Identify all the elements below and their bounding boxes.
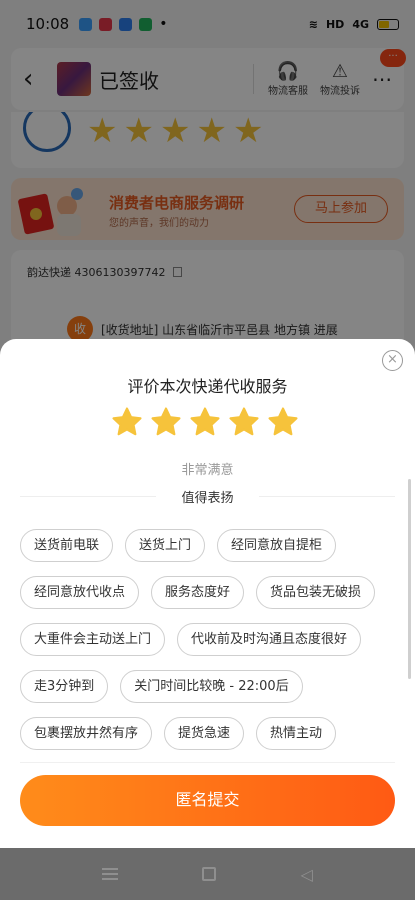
praise-tag[interactable]: 服务态度好 xyxy=(151,576,245,609)
praise-tags: 送货前电联 送货上门 经同意放自提柜 经同意放代收点 服务态度好 货品包装无破损… xyxy=(20,529,400,764)
star-icon[interactable] xyxy=(227,405,261,439)
home-icon[interactable] xyxy=(202,867,217,881)
tag-row: 包裹摆放井然有序 提货急速 热情主动 xyxy=(20,717,400,750)
praise-tag[interactable]: 送货前电联 xyxy=(20,529,114,562)
back-triangle-icon[interactable]: ◁ xyxy=(301,865,313,884)
scrollbar[interactable] xyxy=(408,479,411,679)
tag-row: 走3分钟到 关门时间比较晚 - 22:00后 xyxy=(20,670,400,703)
star-icon[interactable] xyxy=(149,405,183,439)
recent-apps-icon[interactable] xyxy=(102,868,119,880)
anonymous-submit-button[interactable]: 匿名提交 xyxy=(20,775,395,826)
divider xyxy=(20,762,395,763)
close-button[interactable]: × xyxy=(382,350,403,371)
praise-tag[interactable]: 提货急速 xyxy=(164,717,245,750)
star-icon[interactable] xyxy=(110,405,144,439)
review-sheet: × 评价本次快递代收服务 非常满意 值得表扬 送货前电联 送货上门 经同意放自提… xyxy=(0,339,415,848)
rating-label: 非常满意 xyxy=(181,463,234,478)
star-icon[interactable] xyxy=(266,405,300,439)
praise-tag[interactable]: 热情主动 xyxy=(256,717,337,750)
praise-tag[interactable]: 代收前及时沟通且态度很好 xyxy=(177,623,362,656)
tag-row: 经同意放代收点 服务态度好 货品包装无破损 xyxy=(20,576,400,609)
tag-row: 送货前电联 送货上门 经同意放自提柜 xyxy=(20,529,400,562)
divider xyxy=(259,496,395,497)
praise-tag[interactable]: 大重件会主动送上门 xyxy=(20,623,166,656)
praise-tag[interactable]: 包裹摆放井然有序 xyxy=(20,717,153,750)
system-nav-bar: ◁ xyxy=(0,848,415,900)
star-icon[interactable] xyxy=(188,405,222,439)
sheet-title: 评价本次快递代收服务 xyxy=(127,377,288,396)
praise-tag[interactable]: 货品包装无破损 xyxy=(256,576,376,609)
praise-tag[interactable]: 关门时间比较晚 - 22:00后 xyxy=(120,670,303,703)
praise-tag[interactable]: 走3分钟到 xyxy=(20,670,109,703)
praise-tag[interactable]: 经同意放自提柜 xyxy=(217,529,337,562)
praise-tag[interactable]: 送货上门 xyxy=(125,529,206,562)
tag-row: 大重件会主动送上门 代收前及时沟通且态度很好 xyxy=(20,623,400,656)
star-rating[interactable] xyxy=(110,405,300,439)
praise-heading-row: 值得表扬 xyxy=(20,487,395,507)
praise-tag[interactable]: 经同意放代收点 xyxy=(20,576,140,609)
